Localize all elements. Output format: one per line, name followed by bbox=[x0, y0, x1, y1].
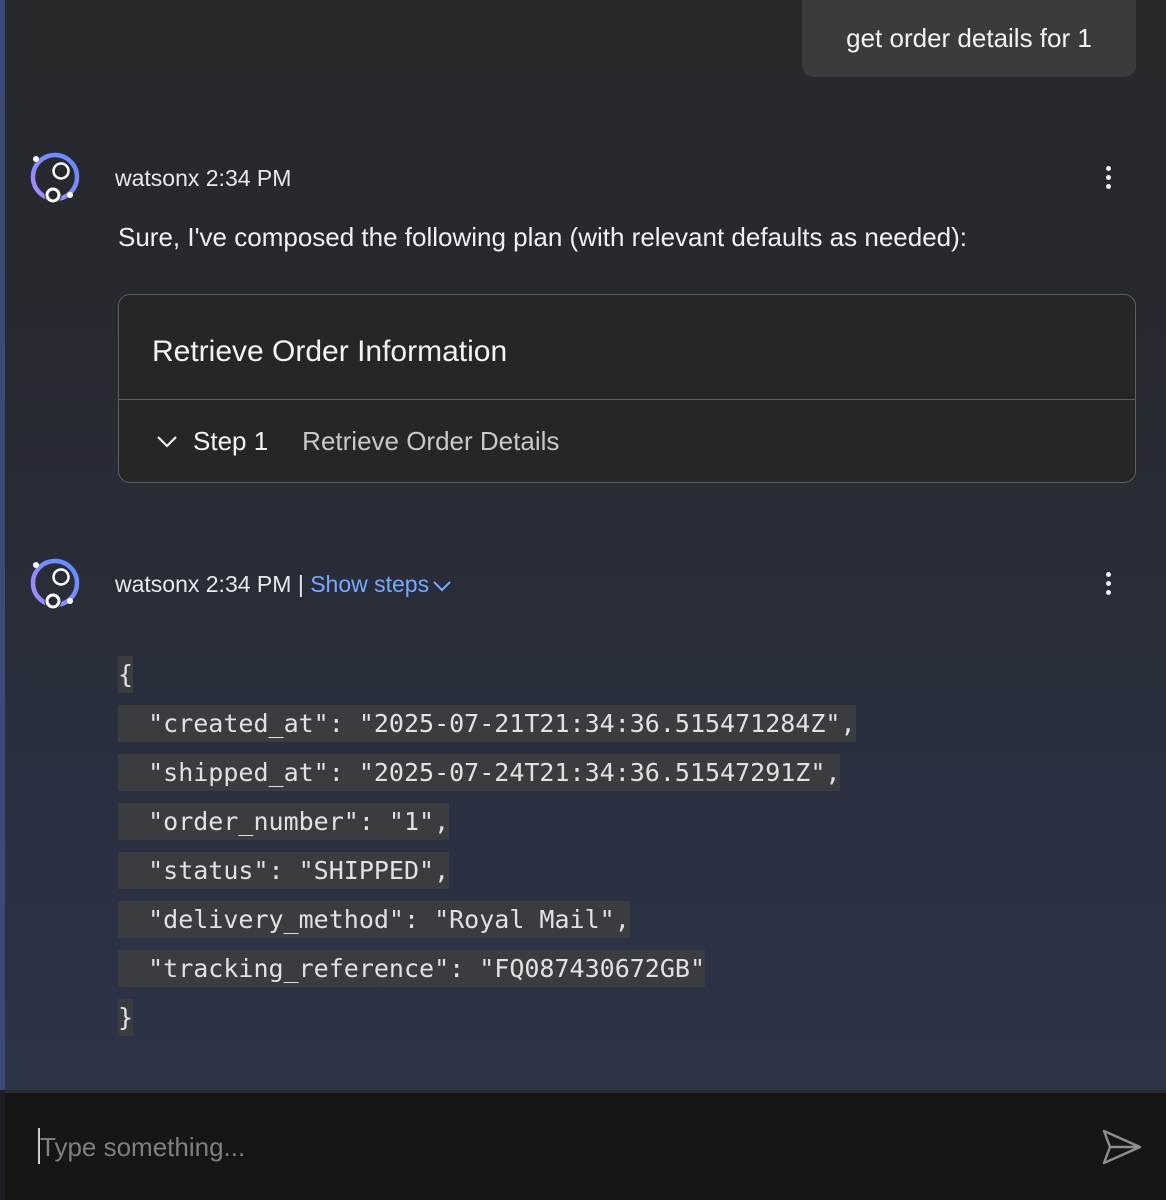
watsonx-avatar-icon bbox=[30, 152, 80, 204]
overflow-menu-icon[interactable] bbox=[1098, 166, 1118, 194]
code-line: { bbox=[118, 650, 856, 699]
code-line: "tracking_reference": "FQ087430672GB" bbox=[118, 944, 856, 993]
header-separator: | bbox=[297, 571, 304, 597]
message-header: watsonx 2:34 PM bbox=[115, 165, 291, 192]
message-header: watsonx 2:34 PM | Show steps bbox=[115, 571, 453, 598]
show-steps-label: Show steps bbox=[310, 571, 430, 597]
code-line: "shipped_at": "2025-07-24T21:34:36.51547… bbox=[118, 748, 856, 797]
message-time: 2:34 PM bbox=[205, 165, 292, 191]
send-icon[interactable] bbox=[1100, 1127, 1144, 1167]
user-message-bubble: get order details for 1 bbox=[802, 0, 1136, 77]
message-time: 2:34 PM bbox=[205, 571, 292, 597]
chevron-down-icon bbox=[157, 436, 177, 448]
code-line: "order_number": "1", bbox=[118, 797, 856, 846]
plan-card: Retrieve Order Information Step 1 Retrie… bbox=[118, 294, 1136, 483]
plan-intro-text: Sure, I've composed the following plan (… bbox=[118, 222, 968, 252]
code-line: } bbox=[118, 993, 856, 1042]
plan-step-description: Retrieve Order Details bbox=[302, 425, 560, 456]
show-steps-link[interactable]: Show steps bbox=[310, 571, 453, 597]
plan-divider bbox=[119, 399, 1135, 400]
user-message-text: get order details for 1 bbox=[846, 23, 1092, 53]
chevron-down-icon bbox=[433, 581, 451, 592]
code-line: "created_at": "2025-07-21T21:34:36.51547… bbox=[118, 699, 856, 748]
plan-title: Retrieve Order Information bbox=[152, 335, 508, 368]
message-composer bbox=[5, 1090, 1166, 1200]
sender-name: watsonx bbox=[115, 165, 200, 191]
plan-step-label: Step 1 bbox=[193, 425, 269, 456]
code-line: "status": "SHIPPED", bbox=[118, 846, 856, 895]
message-input[interactable] bbox=[38, 1123, 1042, 1171]
code-line: "delivery_method": "Royal Mail", bbox=[118, 895, 856, 944]
watsonx-avatar-icon bbox=[30, 558, 80, 610]
sender-name: watsonx bbox=[115, 571, 200, 597]
json-response: { "created_at": "2025-07-21T21:34:36.515… bbox=[118, 650, 856, 1042]
overflow-menu-icon[interactable] bbox=[1098, 572, 1118, 600]
plan-step-toggle[interactable]: Step 1 Retrieve Order Details bbox=[155, 423, 559, 459]
